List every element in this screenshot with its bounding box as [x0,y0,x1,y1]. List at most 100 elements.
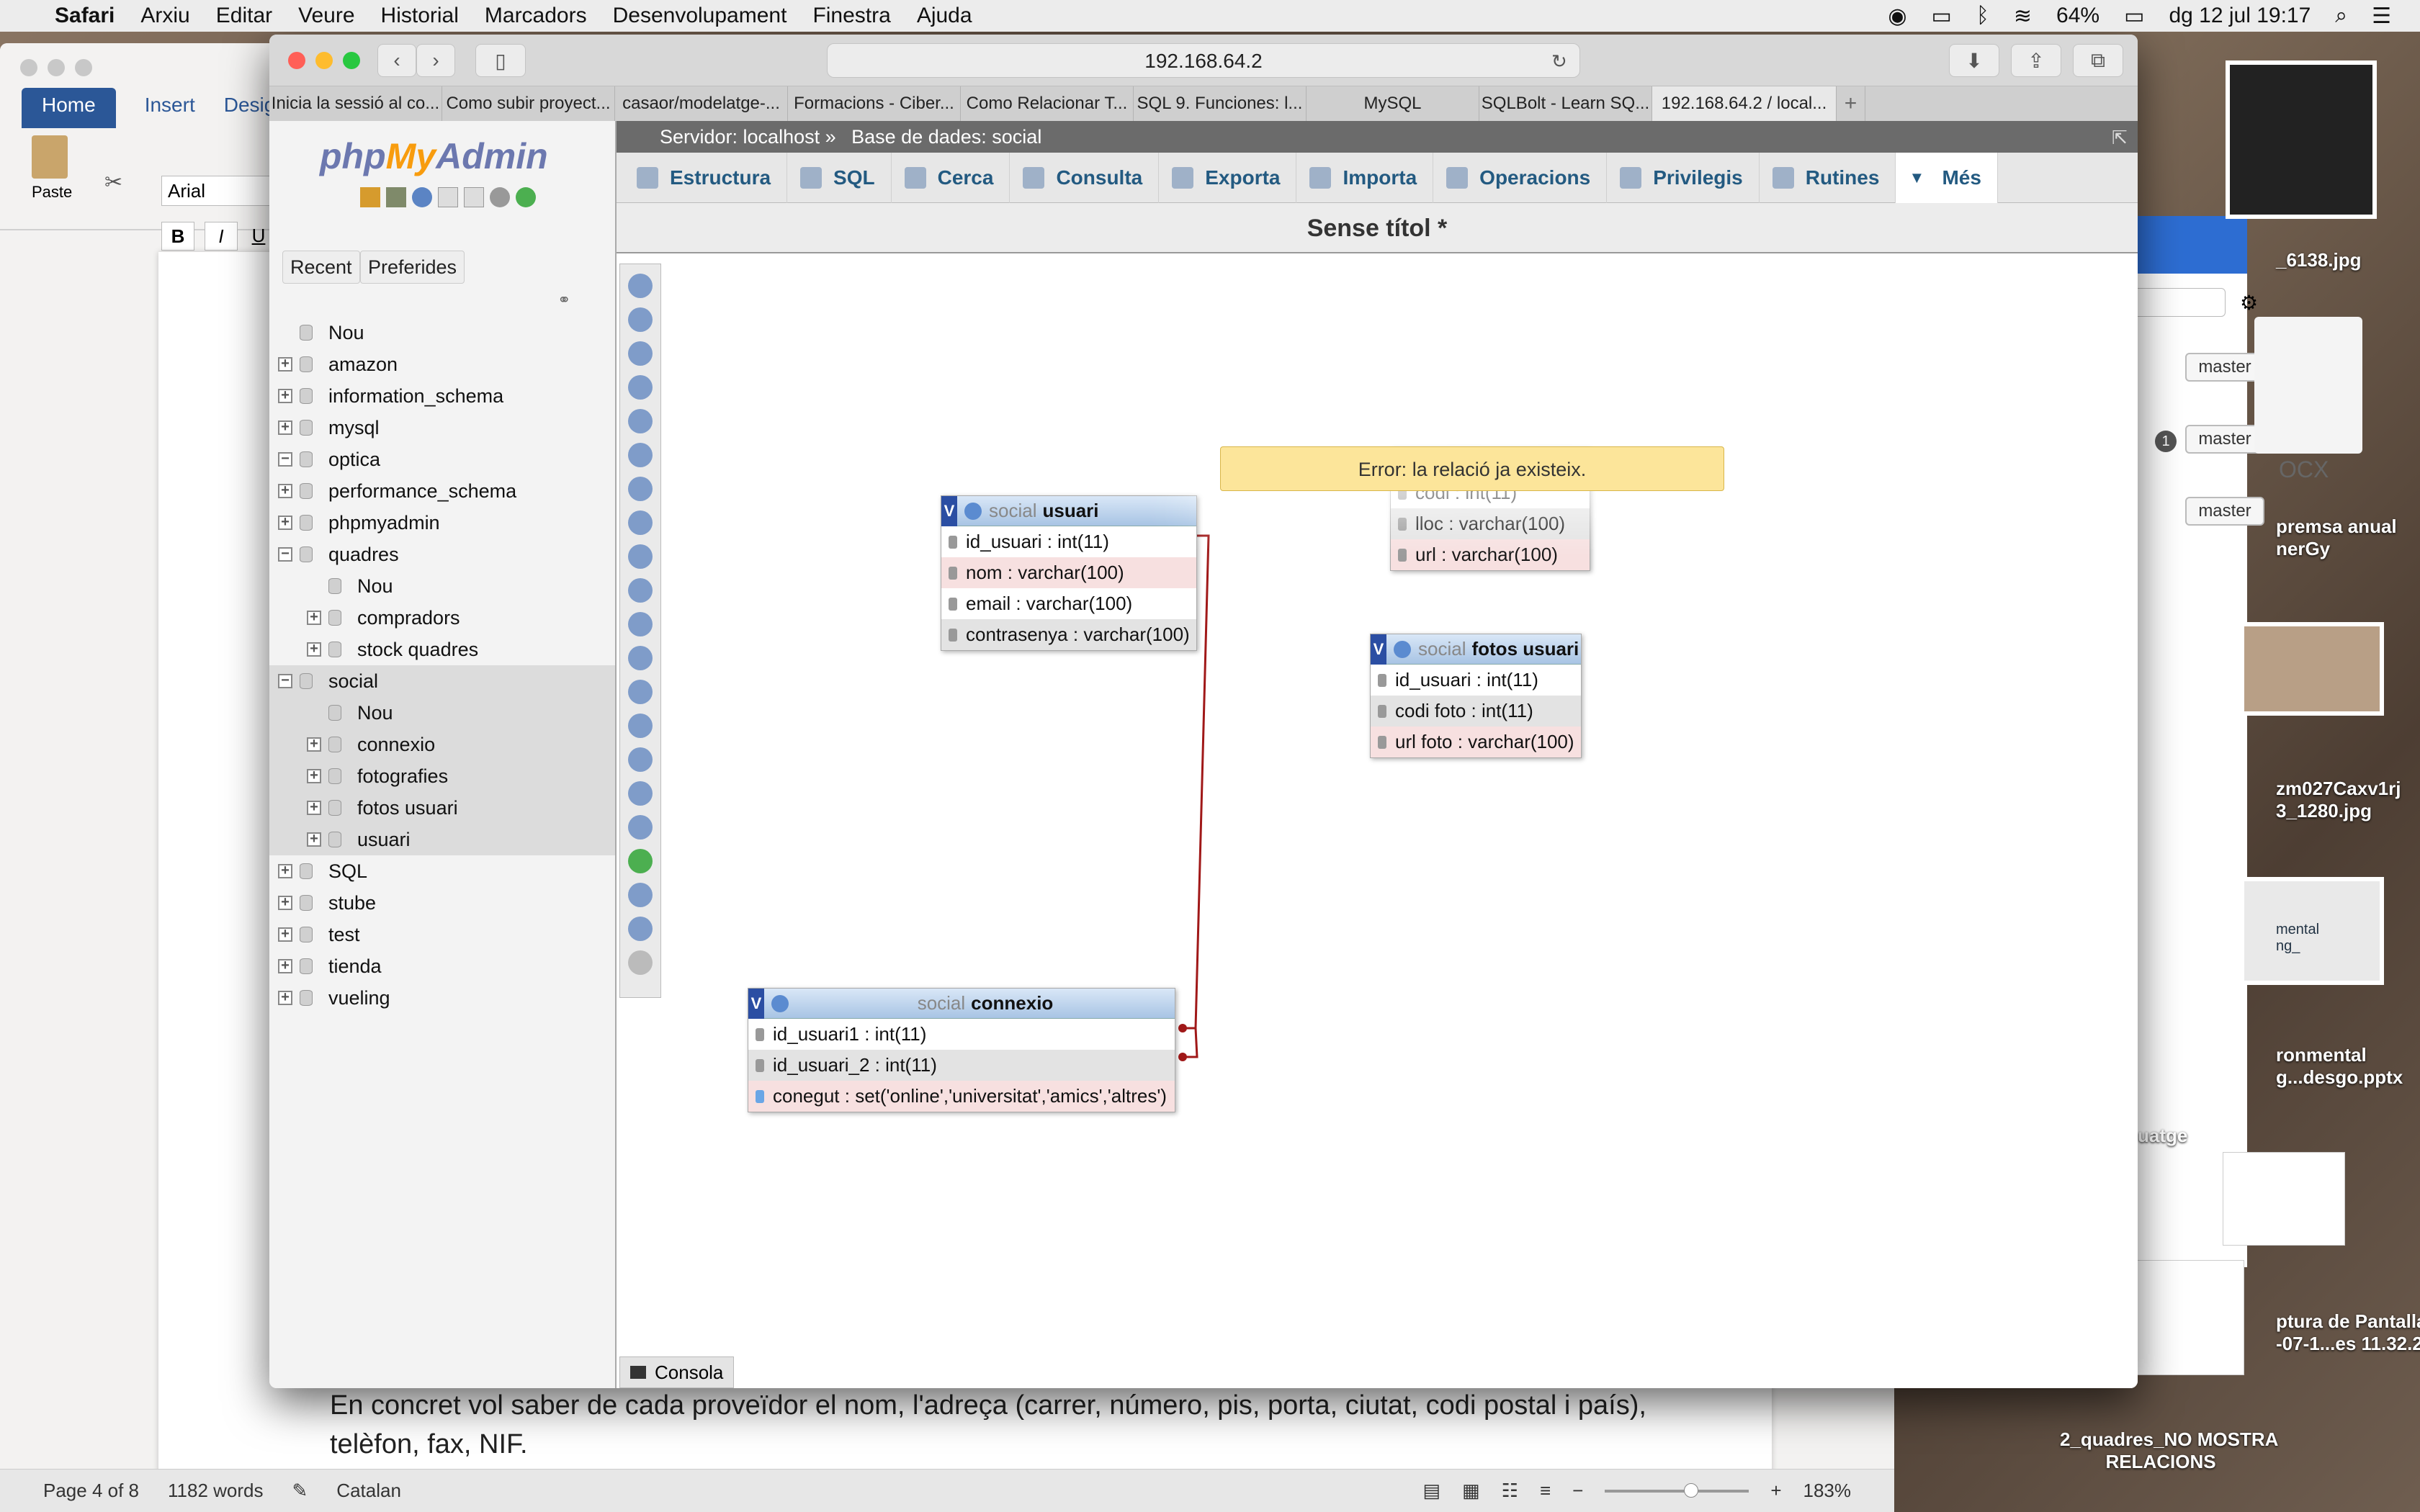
status-app-icon[interactable]: ◉ [1888,4,1906,29]
console-icon [630,1366,646,1379]
word-minimize-icon[interactable] [48,59,65,76]
menu-bar: Safari Arxiu Editar Veure Historial Marc… [0,0,2420,32]
table-fotos-usuari[interactable]: Vsocial fotos usuari id_usuari : int(11) … [1370,634,1582,758]
menu-item-ajuda[interactable]: Ajuda [917,4,972,28]
battery-percent[interactable]: 64% [2056,4,2099,28]
outline-view-icon[interactable]: ☷ [1502,1480,1518,1502]
desktop-file-thumbnail[interactable] [2223,1152,2345,1246]
console-toggle[interactable]: Consola [619,1356,735,1388]
menu-item-editar[interactable]: Editar [216,4,272,28]
column-label: url foto : varchar(100) [1395,731,1574,752]
column-row[interactable]: lloc : varchar(100) [1391,508,1590,539]
desktop-file-thumbnail-photo[interactable] [2226,60,2377,219]
zoom-out-button[interactable]: − [1572,1480,1583,1502]
draft-view-icon[interactable]: ≡ [1540,1480,1551,1502]
key-icon [756,1058,764,1072]
column-row[interactable]: codi foto : int(11) [1371,696,1581,726]
zoom-slider[interactable] [1605,1482,1749,1498]
table-gear-icon[interactable] [1394,640,1411,658]
notification-center-icon[interactable]: ☰ [2372,4,2391,29]
column-row[interactable]: id_usuari : int(11) [941,526,1196,557]
table-gear-icon[interactable] [964,502,982,520]
battery-icon[interactable]: ▭ [2124,4,2144,29]
column-row[interactable]: contrasenya : varchar(100) [941,619,1196,650]
branch-badge-1[interactable]: master [2185,353,2264,382]
relation-endpoint [1178,1024,1187,1032]
word-status-bar: Page 4 of 8 1182 words ✎ Catalan ▤ ▦ ☷ ≡… [0,1469,1894,1512]
menu-item-finestra[interactable]: Finestra [812,4,890,28]
word-tab-insert[interactable]: Insert [145,88,195,128]
bluetooth-icon[interactable]: ᛒ [1976,4,1989,28]
menu-item-veure[interactable]: Veure [298,4,354,28]
toggle-columns-icon[interactable]: V [1371,634,1386,665]
column-row[interactable]: nom : varchar(100) [941,557,1196,588]
display-icon[interactable]: ▭ [1932,4,1952,29]
column-label: id_usuari_2 : int(11) [773,1054,937,1076]
key-icon [1378,704,1386,718]
menu-item-arxiu[interactable]: Arxiu [140,4,189,28]
column-label: conegut : set('online','universitat','am… [773,1085,1167,1107]
branch-badge-3[interactable]: master [2185,497,2264,526]
word-close-icon[interactable] [20,59,37,76]
menu-app-name[interactable]: Safari [55,4,115,28]
column-row[interactable]: url : varchar(100) [1391,539,1590,570]
desktop-file-thumbnail[interactable] [2136,1260,2244,1375]
zoom-level[interactable]: 183% [1803,1480,1852,1502]
relation-endpoint [1178,1053,1187,1061]
desktop-file-label[interactable]: zm027Caxv1rj 3_1280.jpg [2276,778,2401,822]
wifi-icon[interactable]: ≋ [2014,4,2032,29]
paste-button[interactable]: Paste [32,135,75,201]
table-usuari[interactable]: Vsocial usuari id_usuari : int(11) nom : … [941,495,1197,651]
web-layout-icon[interactable]: ▦ [1462,1480,1480,1502]
zoom-in-button[interactable]: + [1770,1480,1781,1502]
desktop-file-label[interactable]: _6138.jpg [2276,249,2362,271]
column-row[interactable]: url foto : varchar(100) [1371,726,1581,757]
desktop-file-label[interactable]: 2_quadres_NO MOSTRA RELACIONS [2060,1428,2278,1473]
column-label: contrasenya : varchar(100) [966,624,1190,645]
column-label: codi foto : int(11) [1395,700,1533,721]
table-gear-icon[interactable] [771,994,789,1012]
word-count: 1182 words [168,1480,264,1501]
toggle-columns-icon[interactable]: V [941,495,957,526]
clock[interactable]: dg 12 jul 19:17 [2169,4,2311,28]
word-zoom-icon[interactable] [75,59,92,76]
word-tab-home[interactable]: Home [22,88,116,128]
menu-item-historial[interactable]: Historial [381,4,459,28]
table-name: usuari [1042,500,1099,521]
column-row[interactable]: id_usuari_2 : int(11) [748,1050,1175,1081]
desktop-file-label[interactable]: premsa anual nerGy [2276,516,2397,560]
table-header[interactable]: Vsocial fotos usuari [1371,634,1581,665]
bold-button[interactable]: B [161,222,194,251]
table-connexio[interactable]: Vsocial connexio id_usuari1 : int(11) id_… [748,988,1175,1112]
gear-icon[interactable]: ⚙ [2240,291,2258,315]
page-count: Page 4 of 8 [43,1480,139,1501]
spellcheck-icon[interactable]: ✎ [292,1480,308,1502]
desktop-file-label[interactable]: ronmental g...desgo.pptx [2276,1044,2403,1089]
branch-badge-2[interactable]: master [2185,425,2264,454]
desktop-file-thumbnail[interactable] [2240,622,2384,716]
desktop-file-label[interactable]: uatge [2138,1125,2187,1147]
print-layout-icon[interactable]: ▤ [1422,1480,1440,1502]
paste-label: Paste [32,183,73,201]
toggle-columns-icon[interactable]: V [748,988,764,1019]
scissors-icon[interactable]: ✂ [104,170,122,195]
column-label: email : varchar(100) [966,593,1133,614]
spotlight-search-icon[interactable]: ⌕ [2335,4,2347,28]
column-row[interactable]: id_usuari1 : int(11) [748,1019,1175,1050]
column-row[interactable]: email : varchar(100) [941,588,1196,619]
column-row[interactable]: id_usuari : int(11) [1371,665,1581,696]
table-header[interactable]: Vsocial usuari [941,495,1196,526]
filter-input[interactable] [2132,288,2226,317]
column-label: id_usuari : int(11) [966,531,1109,552]
menu-item-marcadors[interactable]: Marcadors [485,4,587,28]
underline-button[interactable]: U [248,222,269,251]
word-tab-design[interactable]: Desig [224,88,276,128]
menu-item-desenvolupament[interactable]: Desenvolupament [613,4,787,28]
column-row[interactable]: conegut : set('online','universitat','am… [748,1081,1175,1112]
italic-button[interactable]: I [205,222,238,251]
language[interactable]: Catalan [336,1480,401,1502]
desktop-file-label[interactable]: ptura de Pantalla -07-1...es 11.32.24 [2276,1310,2420,1355]
docx-file-icon[interactable] [2254,317,2362,454]
word-body-text[interactable]: En concret vol saber de cada proveïdor e… [330,1386,1742,1464]
table-header[interactable]: Vsocial connexio [748,988,1175,1019]
